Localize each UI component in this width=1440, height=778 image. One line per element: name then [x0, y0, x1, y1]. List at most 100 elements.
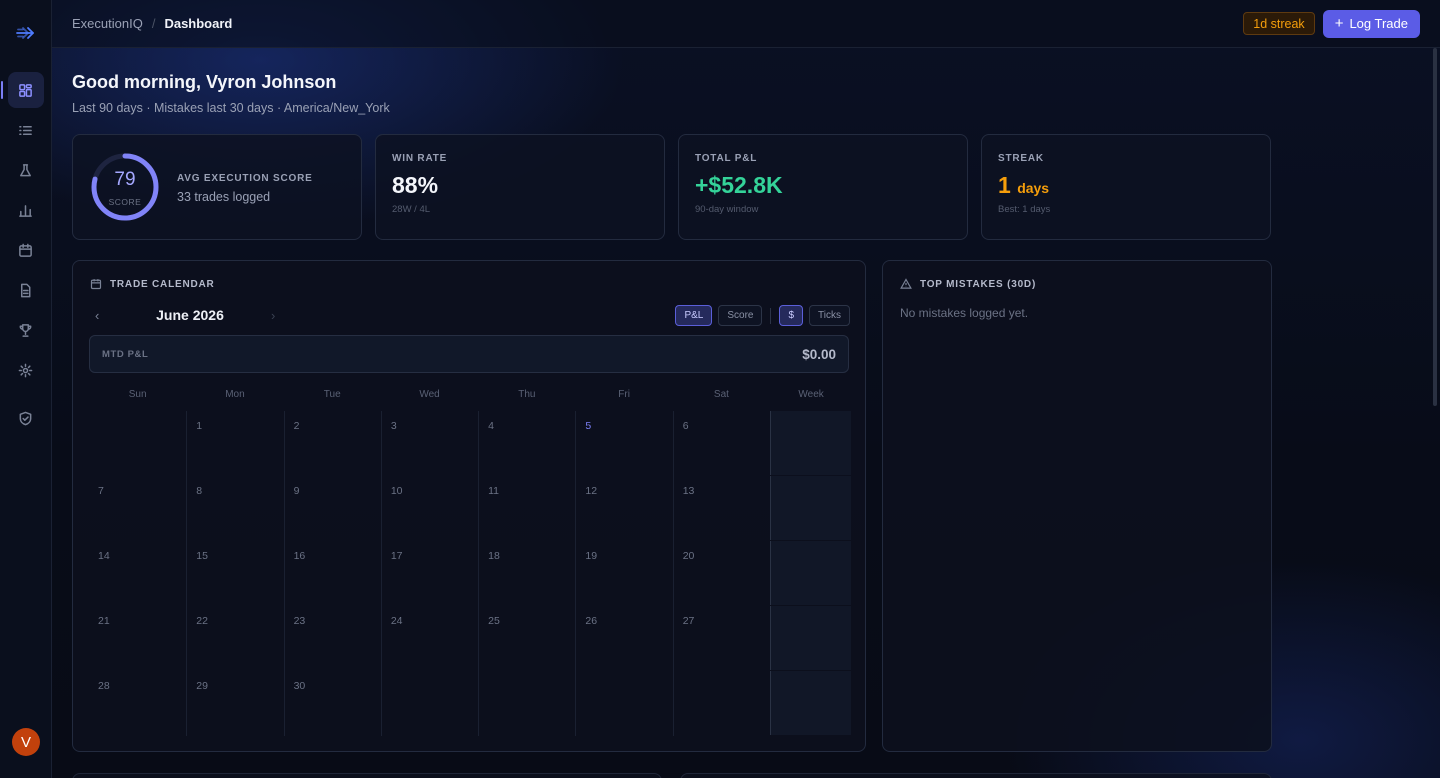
calendar-day-number: 27: [682, 615, 695, 627]
calendar-day-cell[interactable]: 26: [575, 606, 672, 671]
calendar-day-cell: [575, 671, 672, 736]
pnl-window: 90-day window: [695, 204, 759, 215]
calendar-day-cell[interactable]: 9: [283, 476, 381, 541]
calendar-day-cell[interactable]: 2: [283, 411, 381, 476]
calendar-day-cell[interactable]: 17: [380, 541, 478, 606]
calendar-day-cell[interactable]: 11: [478, 476, 575, 541]
calendar-day-number: 1: [196, 420, 203, 432]
calendar-day-cell[interactable]: 3: [380, 411, 478, 476]
win-rate-card: WIN RATE 88% 28W / 4L: [375, 134, 665, 240]
win-rate-value: 88%: [392, 172, 439, 198]
calendar-day-number: 30: [293, 680, 306, 692]
calendar-day-cell[interactable]: 16: [283, 541, 381, 606]
calendar-day-number: 6: [682, 420, 689, 432]
weekday-label: Week: [798, 389, 824, 400]
calendar-day-cell[interactable]: 5: [575, 411, 672, 476]
calendar-day-cell[interactable]: 20: [672, 541, 770, 606]
calendar-day-cell[interactable]: 21: [89, 606, 186, 671]
calendar-day-cell[interactable]: 13: [672, 476, 770, 541]
weekday-label: Fri: [618, 389, 630, 400]
calendar-day-cell[interactable]: 10: [380, 476, 478, 541]
calendar-day-cell: [672, 671, 770, 736]
calendar-day-cell[interactable]: 25: [478, 606, 575, 671]
scrollbar[interactable]: [1433, 48, 1437, 406]
calendar-day-cell[interactable]: 27: [672, 606, 770, 671]
sidebar-item-achievements[interactable]: [8, 312, 44, 348]
grid-icon: [19, 83, 32, 97]
toggle-ticks[interactable]: Ticks: [809, 305, 850, 326]
calendar-day-number: 20: [682, 550, 695, 562]
breadcrumb-root[interactable]: ExecutionIQ: [72, 16, 143, 31]
arrows-logo-icon[interactable]: [14, 22, 38, 44]
document-icon: [21, 283, 31, 297]
top-mistakes-panel: TOP MISTAKES (30D) No mistakes logged ye…: [882, 260, 1272, 752]
calendar-day-number: 23: [293, 615, 306, 627]
calendar-day-cell[interactable]: 12: [575, 476, 672, 541]
calendar-day-cell[interactable]: 7: [89, 476, 186, 541]
sidebar-item-security[interactable]: [8, 400, 44, 436]
calendar-day-cell[interactable]: 6: [672, 411, 770, 476]
sidebar-item-analytics[interactable]: [8, 192, 44, 228]
calendar-day-number: 14: [98, 550, 110, 562]
calendar-day-cell[interactable]: 4: [478, 411, 575, 476]
log-trade-button[interactable]: + Log Trade: [1322, 9, 1420, 38]
toggle-score[interactable]: Score: [718, 305, 763, 326]
calendar-day-number: 18: [488, 550, 500, 562]
sidebar-item-lab[interactable]: [8, 152, 44, 188]
breadcrumb-current: Dashboard: [164, 16, 233, 31]
calendar-day-cell[interactable]: 28: [89, 671, 186, 736]
calendar-day-cell[interactable]: 8: [186, 476, 283, 541]
calendar-day-cell[interactable]: 23: [283, 606, 381, 671]
streak-value-row: 1 days: [998, 172, 1254, 199]
chevron-right-icon[interactable]: ›: [271, 308, 285, 323]
toggle-pnl[interactable]: P&L: [675, 305, 713, 326]
sidebar-item-reports[interactable]: [8, 272, 44, 308]
streak-badge: 1d streak: [1243, 12, 1315, 35]
weekday-header: Sun Mon Tue Wed Thu Fri Sat Week: [89, 389, 852, 400]
shield-icon: [19, 411, 32, 425]
calendar-week-row: 28 29 30: [89, 671, 851, 736]
calendar-day-number: 12: [585, 485, 598, 497]
list-icon: [19, 125, 32, 135]
calendar-day-cell[interactable]: 22: [186, 606, 283, 671]
sidebar-nav: [0, 72, 44, 436]
sidebar-item-dashboard[interactable]: [0, 72, 44, 108]
toggle-dollar[interactable]: $: [779, 305, 804, 326]
calendar-day-number: 29: [196, 680, 208, 692]
calendar-day-number: 3: [390, 420, 397, 432]
calendar-day-number: 5: [585, 420, 592, 432]
sidebar-item-calendar[interactable]: [8, 232, 44, 268]
calendar-day-cell[interactable]: 19: [575, 541, 672, 606]
sidebar-item-settings[interactable]: [8, 352, 44, 388]
log-trade-label: Log Trade: [1349, 16, 1408, 31]
calendar-day-number: 26: [585, 615, 598, 627]
calendar-day-cell: [478, 671, 575, 736]
calendar-day-cell[interactable]: 18: [478, 541, 575, 606]
mtd-pnl-value: $0.00: [802, 346, 836, 362]
lower-panel-right: [680, 773, 1272, 778]
avatar[interactable]: V: [12, 728, 40, 756]
plus-icon: +: [1334, 15, 1344, 32]
week-summary-cell: [769, 411, 851, 475]
calendar-week-row: 21 22 23 24 25 26 27: [89, 606, 851, 671]
calendar-day-cell[interactable]: 14: [89, 541, 186, 606]
trade-calendar-panel: TRADE CALENDAR ‹ June 2026 › P&L Score $…: [72, 260, 866, 752]
calendar-day-cell[interactable]: 15: [186, 541, 283, 606]
week-summary-cell: [769, 476, 851, 540]
sidebar-item-trades[interactable]: [8, 112, 44, 148]
lower-panel-left: [72, 773, 662, 778]
calendar-day-cell: [380, 671, 478, 736]
chevron-left-icon[interactable]: ‹: [95, 308, 109, 323]
execution-score-card: 79 SCORE AVG EXECUTION SCORE 33 trades l…: [72, 134, 362, 240]
calendar-day-number: 21: [98, 615, 110, 627]
weekday-label: Sun: [128, 389, 147, 400]
calendar-day-cell[interactable]: 29: [186, 671, 283, 736]
streak-value: 1: [998, 172, 1011, 198]
calendar-day-cell[interactable]: 1: [186, 411, 283, 476]
calendar-day-number: 24: [390, 615, 403, 627]
calendar-day-number: 28: [98, 680, 110, 692]
calendar-day-cell[interactable]: 30: [283, 671, 381, 736]
calendar-day-cell: [89, 411, 186, 476]
calendar-view-toggles: P&L Score $ Ticks: [675, 305, 850, 326]
calendar-day-cell[interactable]: 24: [380, 606, 478, 671]
